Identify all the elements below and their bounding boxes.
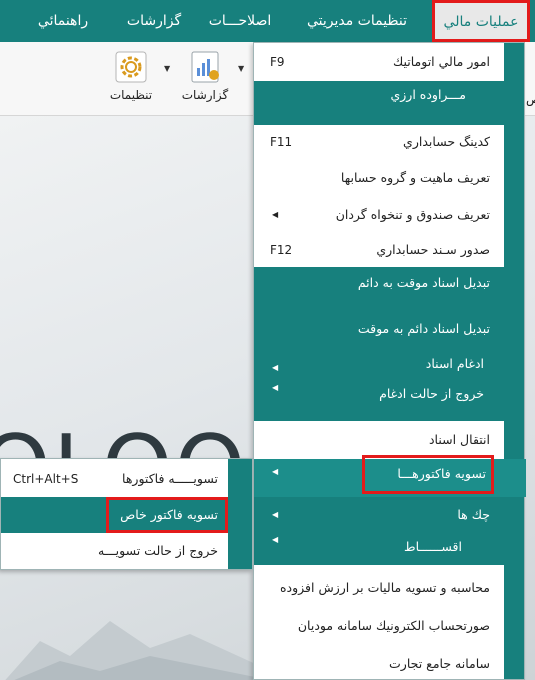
menu-item-merge-docs[interactable]: ادغام اسناد ◀ xyxy=(254,349,506,389)
reports-button[interactable]: گزارشات xyxy=(170,50,240,112)
menu-help[interactable]: راهنمائي xyxy=(20,0,106,42)
shortcut-label: F9 xyxy=(270,55,285,69)
menu-item-label: تعريف ماهيت و گروه حسابها xyxy=(340,170,490,185)
menu-item-label: تبديل اسناد دائم به موقت xyxy=(357,321,490,336)
menu-item-vat-settlement[interactable]: محاسبه و تسويه ماليات بر ارزش افزوده xyxy=(254,571,506,605)
menu-item-accounting-coding[interactable]: كدينگ حسابداري F11 xyxy=(254,125,506,159)
menu-item-installments[interactable]: اقســــــاط ◀ xyxy=(254,535,506,565)
menu-item-cash-fund[interactable]: تعريف صندوق و تنخواه گردان ◀ xyxy=(254,198,506,232)
menu-item-label: تبديل اسناد موقت به دائم xyxy=(357,275,490,290)
menu-item-label: سامانه جامع تجارت xyxy=(389,656,490,671)
menu-item-account-groups[interactable]: تعريف ماهيت و گروه حسابها xyxy=(254,161,506,195)
menu-bar: عمليات مالي تنظيمات مديريتي اصلاحـــات گ… xyxy=(0,0,535,42)
submenu-arrow-icon: ◀ xyxy=(272,363,279,372)
menu-financial-operations[interactable]: عمليات مالي xyxy=(432,0,530,42)
menu-item-label: صورتحساب الكترونيك سامانه موديان xyxy=(297,618,490,633)
menu-item-transfer-docs[interactable]: انتقال اسناد xyxy=(254,421,506,459)
menu-corrections[interactable]: اصلاحـــات xyxy=(196,0,284,42)
menu-item-permanent-to-temp[interactable]: تبديل اسناد دائم به موقت xyxy=(254,309,506,349)
submenu-item-settle-invoices[interactable]: تسويـــــه فاكتورها Ctrl+Alt+S xyxy=(1,461,230,497)
gear-icon xyxy=(115,51,147,83)
submenu-item-label: خروج از حالت تسويـــه xyxy=(97,543,218,558)
settings-button[interactable]: تنظيمات xyxy=(96,50,166,112)
menu-item-label: انتقال اسناد xyxy=(428,432,490,447)
ribbon-edge-label: ص xyxy=(526,92,535,106)
submenu-arrow-icon: ◀ xyxy=(272,535,279,544)
shortcut-label: Ctrl+Alt+S xyxy=(13,472,79,486)
highlight-settle-invoices xyxy=(362,455,494,494)
menu-item-electronic-invoice[interactable]: صورتحساب الكترونيك سامانه موديان xyxy=(254,609,506,643)
report-chart-icon xyxy=(191,51,219,83)
submenu-item-exit-settlement[interactable]: خروج از حالت تسويـــه xyxy=(1,533,230,569)
submenu-arrow-icon: ◀ xyxy=(272,383,279,392)
mountain-graphic xyxy=(5,621,260,680)
menu-item-label: كدينگ حسابداري xyxy=(403,134,490,149)
menu-item-label: مـــراوده ارزي xyxy=(390,87,466,102)
menu-item-label: تعريف صندوق و تنخواه گردان xyxy=(335,207,490,222)
menu-management-settings[interactable]: تنظيمات مديريتي xyxy=(290,0,424,42)
menu-reports[interactable]: گزارشات xyxy=(116,0,192,42)
menu-item-issue-voucher[interactable]: صدور سـند حسابداري F12 xyxy=(254,233,506,267)
menu-side-strip xyxy=(504,43,524,679)
reports-button-label: گزارشات xyxy=(181,88,229,102)
settings-button-label: تنظيمات xyxy=(109,88,153,102)
menu-item-label: خروج از حالت ادغام xyxy=(379,386,484,401)
menu-item-label: صدور سـند حسابداري xyxy=(376,242,490,257)
submenu-side-strip xyxy=(228,459,252,569)
financial-operations-menu: امور مالي اتوماتيك F9 مـــراوده ارزي كدي… xyxy=(253,42,526,680)
menu-item-label: ادغام اسناد xyxy=(425,356,484,371)
submenu-arrow-icon: ◀ xyxy=(272,510,279,519)
submenu-item-label: تسويـــــه فاكتورها xyxy=(122,471,218,486)
menu-item-cheques[interactable]: چك ها ◀ xyxy=(254,497,506,537)
menu-item-exit-merge[interactable]: خروج از حالت ادغام ◀ xyxy=(254,383,506,419)
menu-item-label: چك ها xyxy=(457,507,490,522)
highlight-settle-specific-invoice xyxy=(106,497,228,533)
menu-item-temp-to-permanent[interactable]: تبديل اسناد موقت به دائم xyxy=(254,267,506,309)
shortcut-label: F12 xyxy=(270,243,293,257)
menu-item-auto-financial[interactable]: امور مالي اتوماتيك F9 xyxy=(254,45,506,79)
menu-item-currency-exchange[interactable]: مـــراوده ارزي xyxy=(254,81,506,125)
menu-item-trade-system[interactable]: سامانه جامع تجارت xyxy=(254,647,506,680)
submenu-arrow-icon: ◀ xyxy=(272,467,279,476)
submenu-arrow-icon: ◀ xyxy=(272,210,279,219)
reports-dropdown-caret-icon[interactable]: ▼ xyxy=(238,64,244,73)
menu-item-label: اقســــــاط xyxy=(404,539,462,554)
menu-item-label: امور مالي اتوماتيك xyxy=(392,54,490,69)
shortcut-label: F11 xyxy=(270,135,293,149)
menu-item-label: محاسبه و تسويه ماليات بر ارزش افزوده xyxy=(279,580,490,595)
